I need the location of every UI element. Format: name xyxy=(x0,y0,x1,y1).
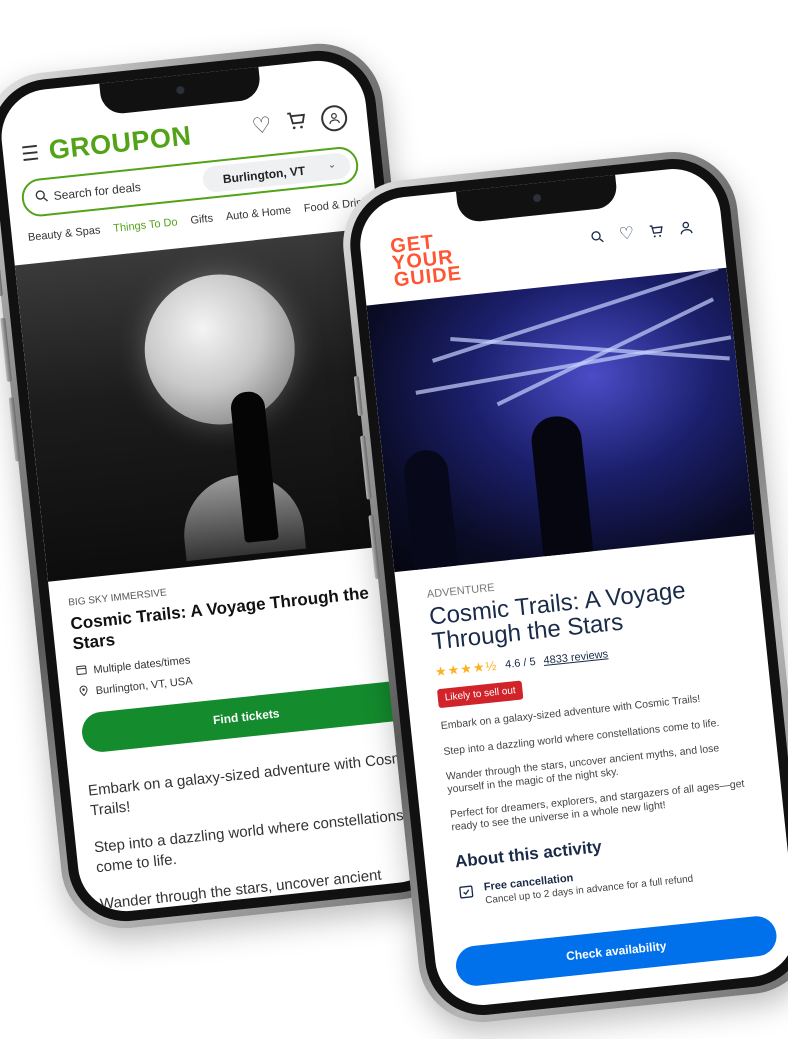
profile-icon[interactable] xyxy=(677,219,695,242)
nav-item-gifts[interactable]: Gifts xyxy=(190,213,214,227)
cart-icon[interactable] xyxy=(284,108,309,137)
search-icon xyxy=(33,187,51,210)
search-input[interactable]: Search for deals xyxy=(53,180,141,203)
nav-item-auto-home[interactable]: Auto & Home xyxy=(225,204,291,223)
deal-description: Embark on a galaxy-sized adventure with … xyxy=(87,747,433,915)
calendar-icon xyxy=(75,663,89,679)
heart-icon[interactable]: ♡ xyxy=(251,112,273,141)
chevron-down-icon: ⌄ xyxy=(327,159,337,172)
activity-hero-image xyxy=(366,267,755,573)
nav-item-things-to-do[interactable]: Things To Do xyxy=(113,216,179,235)
deal-dates-label: Multiple dates/times xyxy=(92,653,191,676)
moon-graphic xyxy=(137,267,303,432)
star-rating-icon: ★★★★½ xyxy=(434,658,499,680)
activity-details: ADVENTURE Cosmic Trails: A Voyage Throug… xyxy=(426,557,764,909)
activity-description: Embark on a galaxy-sized adventure with … xyxy=(440,689,756,835)
gyg-header-icons: ♡ xyxy=(588,219,695,251)
light-beam xyxy=(496,297,715,407)
search-icon[interactable] xyxy=(588,228,606,251)
hamburger-menu-icon[interactable]: ☰ xyxy=(20,140,40,167)
calendar-check-icon xyxy=(457,883,475,906)
person-silhouette xyxy=(529,413,594,559)
check-availability-button[interactable]: Check availability xyxy=(454,914,779,988)
nav-item-beauty-spas[interactable]: Beauty & Spas xyxy=(27,224,101,244)
phone-side-button xyxy=(0,317,12,382)
status-badge: Likely to sell out xyxy=(436,680,524,709)
person-silhouette xyxy=(401,448,459,573)
groupon-header-icons: ♡ xyxy=(251,103,349,141)
getyourguide-screen: GET YOUR GUIDE ♡ ADVENTURE Cosmic Trails… xyxy=(355,164,788,1010)
phone-bezel: GET YOUR GUIDE ♡ ADVENTURE Cosmic Trails… xyxy=(344,153,788,1021)
reviews-link[interactable]: 4833 reviews xyxy=(543,649,609,668)
logo-line: GUIDE xyxy=(392,262,464,292)
getyourguide-logo[interactable]: GET YOUR GUIDE xyxy=(389,231,464,292)
deal-location-label: Burlington, VT, USA xyxy=(95,674,194,697)
phone-side-button xyxy=(8,397,21,462)
user-icon[interactable] xyxy=(319,103,349,133)
rating-value: 4.6 / 5 xyxy=(504,656,537,672)
cancellation-text: Free cancellation Cancel up to 2 days in… xyxy=(483,860,693,906)
cart-icon[interactable] xyxy=(647,222,665,245)
location-selector[interactable]: Burlington, VT ⌄ xyxy=(201,151,352,194)
groupon-logo[interactable]: GROUPON xyxy=(47,120,192,166)
deal-details: BIG SKY IMMERSIVE Cosmic Trails: A Voyag… xyxy=(68,563,435,916)
phone-side-button xyxy=(0,258,3,297)
heart-icon[interactable]: ♡ xyxy=(618,223,635,247)
location-label: Burlington, VT xyxy=(222,163,306,187)
location-pin-icon xyxy=(77,684,91,700)
